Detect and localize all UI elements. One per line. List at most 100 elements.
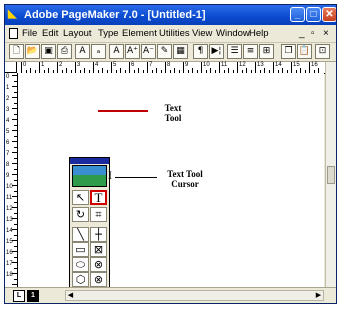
ruler-number: 2 [6, 96, 10, 102]
status-bar: L 1 ◀ ▶ [5, 287, 336, 303]
open-button[interactable]: 📂 [25, 44, 40, 59]
constrained-line-tool[interactable]: ┼ [90, 227, 107, 242]
ruler-tick [14, 124, 17, 126]
columns-button[interactable]: ⊞ [259, 44, 274, 59]
doc-restore-button[interactable]: ▫ [311, 28, 315, 39]
toolbox-palette: ↖T↻⌗╲┼▭⊠⬭⊗⬡⊗✋🔍 [69, 157, 110, 301]
paste-icon: 📋 [298, 46, 311, 56]
ruler-tick [14, 179, 17, 181]
text-tool-cursor-label: Text Tool Cursor [167, 169, 203, 189]
ellipse-tool[interactable]: ⬭ [72, 257, 89, 272]
menu-help[interactable]: Help [249, 28, 269, 39]
ruler-tick [12, 97, 17, 98]
bullets-button[interactable]: ☰ [227, 44, 242, 59]
ruler-corner[interactable] [5, 62, 17, 73]
close-button[interactable]: ✕ [322, 7, 336, 22]
save-button[interactable]: ▣ [41, 44, 56, 59]
doc-close-button[interactable]: × [323, 28, 329, 39]
vertical-scroll-thumb[interactable] [327, 166, 335, 184]
menu-layout[interactable]: Layout [63, 28, 92, 39]
toolbar: 🗋 📂 ▣ ⎙ Aₐ A A⁺ A⁻ ✎ ▦ ¶ ▶¦ ☰ ≡ ⊞ ❐ 📋 ⊡ [5, 43, 336, 62]
paste-button[interactable]: 📋 [297, 44, 312, 59]
find-button[interactable]: A [75, 44, 90, 59]
ruler-number: 16 [6, 250, 13, 256]
menu-utilities[interactable]: Utilities [159, 28, 190, 39]
ruler-number: 2 [59, 62, 63, 68]
spelling-button[interactable]: ₐ [91, 44, 106, 59]
new-button[interactable]: 🗋 [9, 44, 24, 59]
copy-icon: ❐ [284, 46, 293, 56]
increase-size-button[interactable]: A⁺ [125, 44, 140, 59]
pointer-icon: ↖ [75, 191, 86, 204]
pointer-tool[interactable]: ↖ [72, 190, 89, 205]
minimize-button[interactable]: _ [290, 7, 305, 22]
cursor-leader-line [115, 177, 157, 178]
scroll-left-arrow[interactable]: ◀ [66, 291, 75, 300]
vertical-scrollbar[interactable] [325, 62, 336, 287]
style-button[interactable]: ✎ [157, 44, 172, 59]
line-tool[interactable]: ╲ [72, 227, 89, 242]
maximize-button[interactable]: □ [306, 7, 321, 22]
ruler-tick [255, 62, 256, 73]
ruler-tick [273, 62, 274, 73]
pagemaker-app-icon[interactable]: ◣ [8, 8, 21, 21]
page-1-icon[interactable]: 1 [27, 290, 39, 302]
menu-type[interactable]: Type [98, 28, 119, 39]
paragraph-button[interactable]: ¶ [193, 44, 208, 59]
polygon-tool[interactable]: ⬡ [72, 272, 89, 287]
ruler-number: 12 [6, 206, 13, 212]
color-swatch[interactable] [72, 165, 107, 187]
horizontal-scrollbar[interactable]: ◀ ▶ [65, 290, 324, 301]
print-button[interactable]: ⎙ [57, 44, 72, 59]
text-icon: T [94, 190, 103, 205]
vertical-ruler[interactable]: 0 1 2 3 4 5 6 7 8 9 10 11 12 13 14 15 16 17 18 [5, 73, 18, 287]
columns-icon: ⊞ [262, 46, 271, 56]
menu-bar: File Edit Layout Type Element Utilities … [5, 26, 336, 43]
crop-tool[interactable]: ⌗ [90, 207, 107, 222]
paragraph-icon: ¶ [197, 46, 204, 56]
ruler-tick [111, 62, 112, 73]
zoom-icon: ⊡ [318, 46, 327, 56]
text-tool[interactable]: T [90, 190, 107, 205]
pasteboard[interactable]: ↖T↻⌗╲┼▭⊠⬭⊗⬡⊗✋🔍 Text Tool I Text Tool Cur… [18, 73, 324, 301]
zoom-button[interactable]: ⊡ [315, 44, 330, 59]
decrease-size-button[interactable]: A⁻ [141, 44, 156, 59]
scroll-right-arrow[interactable]: ▶ [314, 291, 323, 300]
ruler-tick [14, 102, 17, 104]
menu-edit[interactable]: Edit [42, 28, 58, 39]
rectangle-tool[interactable]: ▭ [72, 242, 89, 257]
ruler-tick [165, 62, 166, 73]
box-button[interactable]: ▦ [173, 44, 188, 59]
menu-window[interactable]: Window [216, 28, 250, 39]
toolbox-title-bar[interactable] [70, 158, 109, 164]
ellipse-frame-tool[interactable]: ⊗ [90, 257, 107, 272]
line-icon: ╲ [77, 228, 84, 241]
menu-view[interactable]: View [192, 28, 212, 39]
align-button[interactable]: ≡ [243, 44, 258, 59]
ruler-tick [12, 141, 17, 142]
ruler-tick [14, 168, 17, 170]
document-icon[interactable] [9, 28, 18, 39]
ruler-tick [12, 108, 17, 109]
doc-minimize-button[interactable]: _ [299, 28, 305, 39]
ruler-number: 6 [131, 62, 135, 68]
rotate-tool[interactable]: ↻ [72, 207, 89, 222]
menu-file[interactable]: File [22, 28, 37, 39]
polygon-frame-tool[interactable]: ⊗ [90, 272, 107, 287]
menu-element[interactable]: Element [122, 28, 157, 39]
bold-a-button[interactable]: A [109, 44, 124, 59]
text-tool-leader-line [98, 110, 148, 112]
ruler-number: 17 [6, 261, 13, 267]
copy-button[interactable]: ❐ [281, 44, 296, 59]
rectangle-frame-tool[interactable]: ⊠ [90, 242, 107, 257]
ruler-tick [12, 152, 17, 153]
ruler-tick [14, 113, 17, 115]
indent-button[interactable]: ▶¦ [209, 44, 224, 59]
ruler-number: 10 [6, 184, 13, 190]
left-page-icon[interactable]: L [13, 290, 25, 302]
open-icon: 📂 [26, 46, 39, 56]
ruler-number: 5 [6, 129, 10, 135]
ruler-number: 9 [185, 62, 189, 68]
ruler-number: 14 [6, 228, 13, 234]
ruler-number: 4 [6, 118, 10, 124]
